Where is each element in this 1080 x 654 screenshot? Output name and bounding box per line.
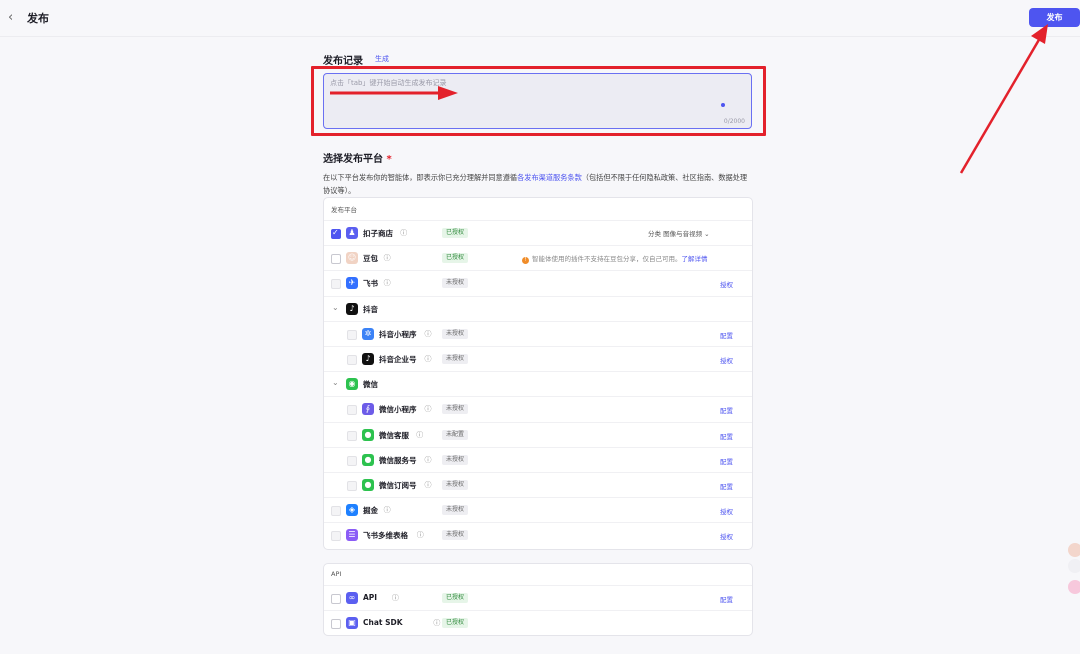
arrow-to-publish — [959, 37, 1042, 174]
arrow-head-textarea — [438, 86, 458, 100]
annotation-arrows — [330, 24, 1048, 174]
